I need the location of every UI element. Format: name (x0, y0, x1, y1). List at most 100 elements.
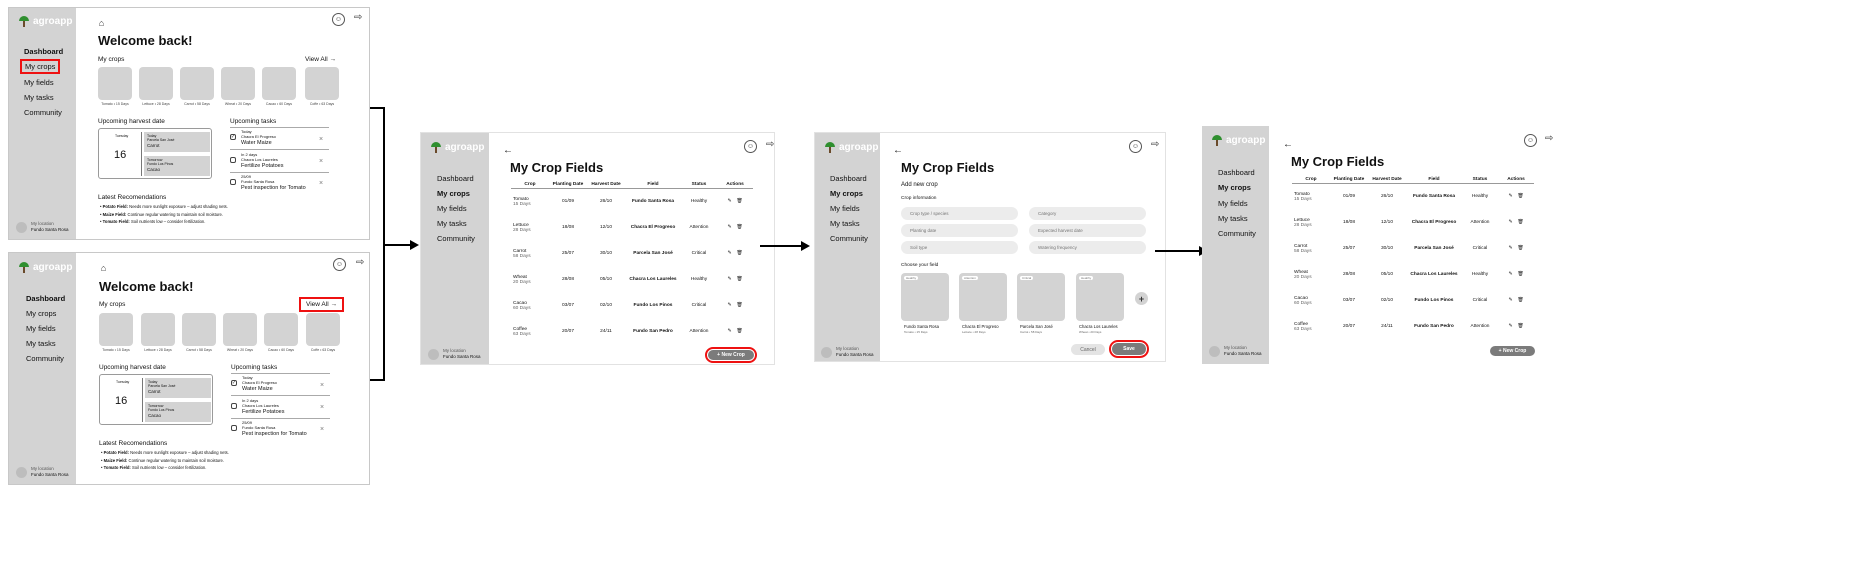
nav-dashboard[interactable]: Dashboard (437, 174, 474, 183)
location[interactable]: My location Fundo Santa Rosa (16, 221, 69, 233)
back-arrow-icon[interactable]: ← (893, 146, 903, 156)
harvest-item[interactable]: Tomorrow Fundo Los Pinos Cacao (144, 156, 210, 176)
save-button[interactable]: Save (1109, 340, 1149, 358)
soil-type-input[interactable] (901, 241, 1018, 254)
harvest-date-input[interactable] (1029, 224, 1146, 237)
category-input[interactable] (1029, 207, 1146, 220)
crop-card[interactable] (221, 67, 255, 100)
crop-card[interactable] (306, 313, 340, 346)
trash-icon[interactable]: 🗑 (736, 199, 742, 204)
task-checkbox-checked[interactable]: ✓ (230, 134, 236, 140)
nav-community[interactable]: Community (437, 234, 475, 243)
crop-card[interactable] (180, 67, 214, 100)
edit-icon[interactable]: ✎ (727, 199, 731, 204)
nav-community[interactable]: Community (830, 234, 868, 243)
trash-icon[interactable]: 🗑 (1517, 246, 1523, 251)
edit-icon[interactable]: ✎ (727, 329, 731, 334)
nav-my-crops[interactable]: My crops (830, 189, 863, 198)
crop-card[interactable] (305, 67, 339, 100)
task-checkbox[interactable] (231, 403, 237, 409)
location[interactable]: My location Fundo Santa Rosa (1209, 345, 1262, 357)
logout-icon[interactable]: ⇨ (356, 258, 364, 268)
nav-community[interactable]: Community (24, 108, 62, 117)
edit-icon[interactable]: ✎ (727, 277, 731, 282)
logout-icon[interactable]: ⇨ (1545, 134, 1553, 144)
edit-icon[interactable]: ✎ (1508, 324, 1512, 329)
table-row[interactable]: Carrot 58 Days 25/07 30/10 Parcela San José C… (1292, 236, 1534, 262)
close-icon[interactable]: × (320, 426, 324, 433)
edit-icon[interactable]: ✎ (727, 251, 731, 256)
nav-my-tasks[interactable]: My tasks (24, 93, 54, 102)
task-item[interactable]: 25/09 Fundo Santa Rosa Pest inspection for… (231, 420, 307, 437)
close-icon[interactable]: × (319, 136, 323, 143)
planting-date-input[interactable] (901, 224, 1018, 237)
nav-my-fields[interactable]: My fields (26, 324, 56, 333)
task-item[interactable]: In 2 days Chacra Los Laureles Fertilize Po… (230, 152, 284, 169)
task-checkbox[interactable] (231, 425, 237, 431)
cancel-button[interactable]: Cancel (1071, 344, 1105, 355)
nav-my-tasks[interactable]: My tasks (830, 219, 860, 228)
edit-icon[interactable]: ✎ (727, 225, 731, 230)
nav-my-fields[interactable]: My fields (24, 78, 54, 87)
nav-dashboard[interactable]: Dashboard (830, 174, 867, 183)
crop-card[interactable] (98, 67, 132, 100)
table-row[interactable]: Cacao 60 Days 03/07 02/10 Fundo Los Pinos Cri… (1292, 288, 1534, 314)
trash-icon[interactable]: 🗑 (736, 303, 742, 308)
edit-icon[interactable]: ✎ (1508, 272, 1512, 277)
harvest-item[interactable]: Today Parcela San José Carrot (144, 132, 210, 152)
user-icon[interactable]: ☺ (333, 258, 346, 271)
nav-dashboard[interactable]: Dashboard (24, 47, 63, 56)
task-item[interactable]: ✓ Today Chacra El Progreso Water Maize (231, 375, 277, 392)
user-icon[interactable]: ☺ (332, 13, 345, 26)
field-card[interactable]: Healthy (1076, 273, 1124, 321)
field-card[interactable]: Attention (959, 273, 1007, 321)
crop-card[interactable] (182, 313, 216, 346)
back-arrow-icon[interactable]: ← (1283, 140, 1293, 150)
table-row[interactable]: Carrot 58 Days 25/07 30/10 Parcela San José C… (511, 241, 753, 267)
table-row[interactable]: Tomato 15 Days 01/09 26/10 Fundo Santa Rosa H… (511, 189, 753, 215)
field-card[interactable]: Healthy (901, 273, 949, 321)
task-item[interactable]: In 2 days Chacra Los Laureles Fertilize Po… (231, 398, 285, 415)
task-checkbox-checked[interactable]: ✓ (231, 380, 237, 386)
table-row[interactable]: Wheat 20 Days 28/08 05/10 Chacra Los Laurele… (1292, 262, 1534, 288)
edit-icon[interactable]: ✎ (1508, 246, 1512, 251)
table-row[interactable]: Wheat 20 Days 28/08 05/10 Chacra Los Laurele… (511, 267, 753, 293)
trash-icon[interactable]: 🗑 (1517, 298, 1523, 303)
crop-type-input[interactable] (901, 207, 1018, 220)
close-icon[interactable]: × (319, 158, 323, 165)
edit-icon[interactable]: ✎ (1508, 194, 1512, 199)
crop-card[interactable] (264, 313, 298, 346)
nav-community[interactable]: Community (26, 354, 64, 363)
nav-dashboard[interactable]: Dashboard (1218, 168, 1255, 177)
trash-icon[interactable]: 🗑 (1517, 220, 1523, 225)
location[interactable]: My location Fundo Santa Rosa (821, 346, 874, 358)
nav-my-crops[interactable]: My crops (26, 309, 56, 318)
nav-my-tasks[interactable]: My tasks (437, 219, 467, 228)
nav-dashboard[interactable]: Dashboard (26, 294, 65, 303)
crop-card[interactable] (141, 313, 175, 346)
trash-icon[interactable]: 🗑 (1517, 272, 1523, 277)
crop-card[interactable] (223, 313, 257, 346)
logout-icon[interactable]: ⇨ (354, 13, 362, 23)
logout-icon[interactable]: ⇨ (1151, 140, 1159, 150)
nav-my-tasks[interactable]: My tasks (26, 339, 56, 348)
view-all-link[interactable]: View All → (299, 297, 344, 312)
harvest-item[interactable]: Tomorrow Fundo Los Pinos Cacao (145, 402, 211, 422)
watering-frequency-input[interactable] (1029, 241, 1146, 254)
table-row[interactable]: Coffee 63 Days 20/07 24/11 Fundo San Pedro At… (1292, 314, 1534, 340)
nav-my-crops[interactable]: My crops (19, 59, 61, 74)
user-icon[interactable]: ☺ (744, 140, 757, 153)
close-icon[interactable]: × (319, 180, 323, 187)
edit-icon[interactable]: ✎ (727, 303, 731, 308)
add-field-plus-icon[interactable]: + (1135, 292, 1148, 305)
new-crop-button[interactable]: + New Crop (1490, 346, 1535, 356)
crop-card[interactable] (99, 313, 133, 346)
location[interactable]: My location Fundo Santa Rosa (428, 348, 481, 360)
trash-icon[interactable]: 🗑 (1517, 324, 1523, 329)
new-crop-button[interactable]: + New Crop (705, 347, 757, 363)
close-icon[interactable]: × (320, 382, 324, 389)
trash-icon[interactable]: 🗑 (736, 225, 742, 230)
nav-my-tasks[interactable]: My tasks (1218, 214, 1248, 223)
trash-icon[interactable]: 🗑 (736, 251, 742, 256)
back-arrow-icon[interactable]: ← (503, 146, 513, 156)
